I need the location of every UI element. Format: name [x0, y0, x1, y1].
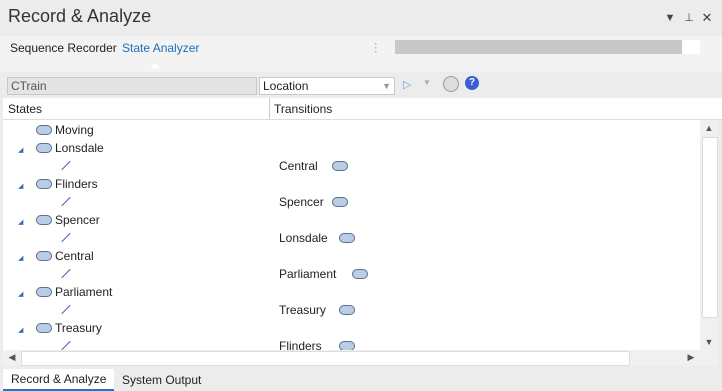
state-icon: [332, 161, 349, 171]
class-name-field[interactable]: CTrain: [7, 77, 257, 95]
chevron-down-icon[interactable]: ▼: [662, 10, 678, 26]
transition-label[interactable]: Central: [279, 159, 318, 173]
horizontal-scrollbar[interactable]: ◀ ▶: [3, 350, 700, 366]
state-label[interactable]: Treasury: [55, 321, 102, 335]
expand-toggle-icon[interactable]: ◢: [18, 146, 23, 154]
scroll-up-icon[interactable]: ▲: [701, 123, 717, 133]
scroll-left-icon[interactable]: ◀: [4, 352, 20, 363]
expand-toggle-icon[interactable]: ◢: [18, 182, 23, 190]
active-tab-indicator: [150, 63, 160, 68]
column-divider[interactable]: [269, 98, 270, 119]
vertical-scrollbar[interactable]: ▲ ▼: [700, 120, 718, 351]
state-label[interactable]: Flinders: [55, 177, 98, 191]
state-icon: [352, 269, 368, 279]
transitions-column-header[interactable]: Transitions: [274, 102, 332, 116]
pin-icon[interactable]: ⊥: [681, 10, 697, 26]
chevron-down-icon[interactable]: ▼: [423, 78, 431, 87]
states-column-header[interactable]: States: [8, 102, 42, 116]
play-icon[interactable]: ▷: [403, 78, 411, 91]
location-select-value: Location: [263, 79, 309, 93]
transition-icon: [61, 232, 71, 243]
stop-icon[interactable]: [443, 76, 459, 92]
transition-label[interactable]: Spencer: [279, 195, 324, 209]
transition-label[interactable]: Treasury: [279, 303, 326, 317]
bottom-tabs: Record & Analyze System Output: [0, 367, 722, 391]
state-label[interactable]: Spencer: [55, 213, 100, 227]
location-select[interactable]: Location ▼: [259, 77, 395, 95]
state-label[interactable]: Moving: [55, 123, 94, 137]
tab-sequence-recorder[interactable]: Sequence Recorder: [10, 41, 117, 55]
transition-icon: [61, 196, 71, 207]
toolbar: CTrain Location ▼ ▷ ▼ ?: [0, 72, 722, 98]
panel-tabs: Sequence Recorder State Analyzer · · ·: [0, 36, 722, 72]
transition-icon: [61, 160, 71, 171]
expand-toggle-icon[interactable]: ◢: [18, 326, 23, 334]
scroll-right-icon[interactable]: ▶: [683, 352, 699, 363]
state-icon: [36, 215, 52, 225]
transition-icon: [61, 304, 71, 315]
transition-label[interactable]: Lonsdale: [279, 231, 328, 245]
help-icon[interactable]: ?: [465, 76, 479, 90]
progress-bar: [395, 40, 682, 54]
vertical-scroll-thumb[interactable]: [702, 137, 718, 318]
expand-toggle-icon[interactable]: ◢: [18, 254, 23, 262]
state-tree: Moving ◢ Lonsdale Central ◢ Flinders Spencer ◢…: [3, 120, 700, 351]
column-header: States Transitions: [3, 98, 722, 120]
tab-record-analyze[interactable]: Record & Analyze: [3, 369, 115, 391]
state-icon: [338, 305, 355, 315]
close-icon[interactable]: ✕: [699, 10, 715, 26]
state-icon: [36, 323, 52, 333]
expand-toggle-icon[interactable]: ◢: [18, 218, 23, 226]
expand-toggle-icon[interactable]: ◢: [18, 290, 23, 298]
state-label[interactable]: Central: [55, 249, 94, 263]
transition-icon: [61, 268, 71, 279]
state-label[interactable]: Lonsdale: [55, 141, 104, 155]
state-icon: [332, 197, 349, 207]
tab-state-analyzer[interactable]: State Analyzer: [122, 41, 199, 55]
grip-icon[interactable]: · · ·: [374, 39, 378, 58]
title-bar: Record & Analyze ▼ ⊥ ✕: [0, 0, 722, 36]
transition-label[interactable]: Parliament: [279, 267, 336, 281]
window-title: Record & Analyze: [8, 6, 152, 26]
scroll-corner: [700, 350, 718, 366]
tab-system-output[interactable]: System Output: [122, 371, 201, 389]
state-icon: [36, 287, 52, 297]
scroll-down-icon[interactable]: ▼: [701, 337, 717, 347]
state-label[interactable]: Parliament: [55, 285, 112, 299]
horizontal-scroll-thumb[interactable]: [21, 351, 630, 366]
state-icon: [36, 179, 52, 189]
transition-icon: [61, 340, 71, 351]
state-icon: [36, 143, 52, 153]
state-icon: [338, 233, 355, 243]
chevron-down-icon: ▼: [382, 81, 391, 91]
state-icon: [36, 251, 52, 261]
state-icon: [36, 125, 52, 135]
